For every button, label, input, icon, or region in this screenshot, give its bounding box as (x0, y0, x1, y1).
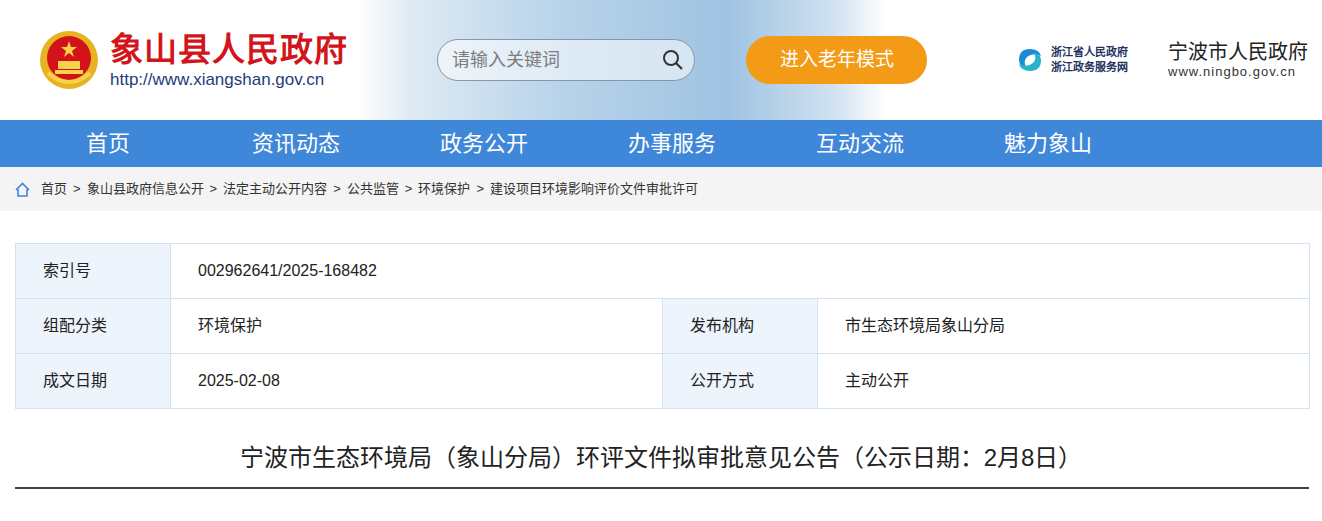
info-value: 2025-02-08 (171, 354, 663, 409)
breadcrumb-separator: > (333, 179, 341, 199)
ningbo-gov-name: 宁波市人民政府 (1168, 40, 1308, 64)
breadcrumb-separator: > (405, 179, 413, 199)
site-url[interactable]: http://www.xiangshan.gov.cn (110, 70, 348, 90)
info-table: 索引号002962641/2025-168482组配分类环境保护发布机构市生态环… (15, 243, 1310, 409)
info-panel: 索引号002962641/2025-168482组配分类环境保护发布机构市生态环… (15, 243, 1309, 409)
search-input[interactable] (450, 46, 662, 75)
breadcrumb-item[interactable]: 象山县政府信息公开 (87, 179, 204, 199)
breadcrumb-item[interactable]: 建设项目环境影响评价文件审批许可 (490, 179, 698, 199)
zhejiang-service-name: 浙江政务服务网 (1051, 60, 1128, 75)
site-brand[interactable]: 象山县人民政府http://www.xiangshan.gov.cn (38, 29, 437, 91)
info-label: 成文日期 (16, 354, 171, 409)
nav-item[interactable]: 互动交流 (766, 120, 954, 167)
document-title: 宁波市生态环境局（象山分局）环评文件拟审批意见公告（公示日期：2月8日） (0, 442, 1322, 473)
breadcrumb-bar: 首页>象山县政府信息公开>法定主动公开内容>公共监管>环境保护>建设项目环境影响… (0, 167, 1322, 211)
search-box (437, 39, 695, 81)
zhejiang-gov-name: 浙江省人民政府 (1051, 45, 1128, 60)
info-label: 索引号 (16, 244, 171, 299)
site-title-block: 象山县人民政府http://www.xiangshan.gov.cn (110, 30, 348, 90)
info-value: 002962641/2025-168482 (171, 244, 1310, 299)
breadcrumb-item[interactable]: 法定主动公开内容 (223, 179, 327, 199)
breadcrumb-item[interactable]: 首页 (41, 179, 67, 199)
breadcrumb-separator: > (73, 179, 81, 199)
ningbo-gov-link[interactable]: 宁波市人民政府www.ningbo.gov.cn (1168, 40, 1308, 81)
nav-item[interactable]: 首页 (14, 120, 202, 167)
nav-item[interactable]: 办事服务 (578, 120, 766, 167)
header-links: 浙江省人民政府浙江政务服务网 宁波市人民政府www.ningbo.gov.cn (1015, 40, 1308, 81)
info-row: 成文日期2025-02-08公开方式主动公开 (16, 354, 1310, 409)
search-icon[interactable] (662, 49, 684, 71)
site-header: 象山县人民政府http://www.xiangshan.gov.cn 进入老年模式… (0, 0, 1322, 120)
breadcrumb-item[interactable]: 公共监管 (347, 179, 399, 199)
national-emblem-icon (38, 29, 100, 91)
breadcrumb-separator: > (210, 179, 218, 199)
home-icon (14, 181, 31, 198)
zhejiang-gov-logo[interactable]: 浙江省人民政府浙江政务服务网 (1015, 45, 1128, 75)
main-nav: 首页资讯动态政务公开办事服务互动交流魅力象山 (0, 120, 1322, 167)
info-label: 发布机构 (663, 299, 818, 354)
site-title: 象山县人民政府 (110, 30, 348, 70)
nav-item[interactable]: 魅力象山 (954, 120, 1142, 167)
info-row: 组配分类环境保护发布机构市生态环境局象山分局 (16, 299, 1310, 354)
zhejiang-logo-icon (1015, 45, 1045, 75)
info-row: 索引号002962641/2025-168482 (16, 244, 1310, 299)
info-label: 公开方式 (663, 354, 818, 409)
nav-item[interactable]: 政务公开 (390, 120, 578, 167)
elder-mode-button[interactable]: 进入老年模式 (746, 36, 927, 84)
info-value: 市生态环境局象山分局 (818, 299, 1310, 354)
info-value: 环境保护 (171, 299, 663, 354)
breadcrumb-separator: > (476, 179, 484, 199)
nav-item[interactable]: 资讯动态 (202, 120, 390, 167)
ningbo-gov-url: www.ningbo.gov.cn (1168, 64, 1308, 81)
info-value: 主动公开 (818, 354, 1310, 409)
title-divider (15, 487, 1309, 489)
zhejiang-logo-text: 浙江省人民政府浙江政务服务网 (1051, 45, 1128, 75)
breadcrumb-item[interactable]: 环境保护 (418, 179, 470, 199)
info-label: 组配分类 (16, 299, 171, 354)
